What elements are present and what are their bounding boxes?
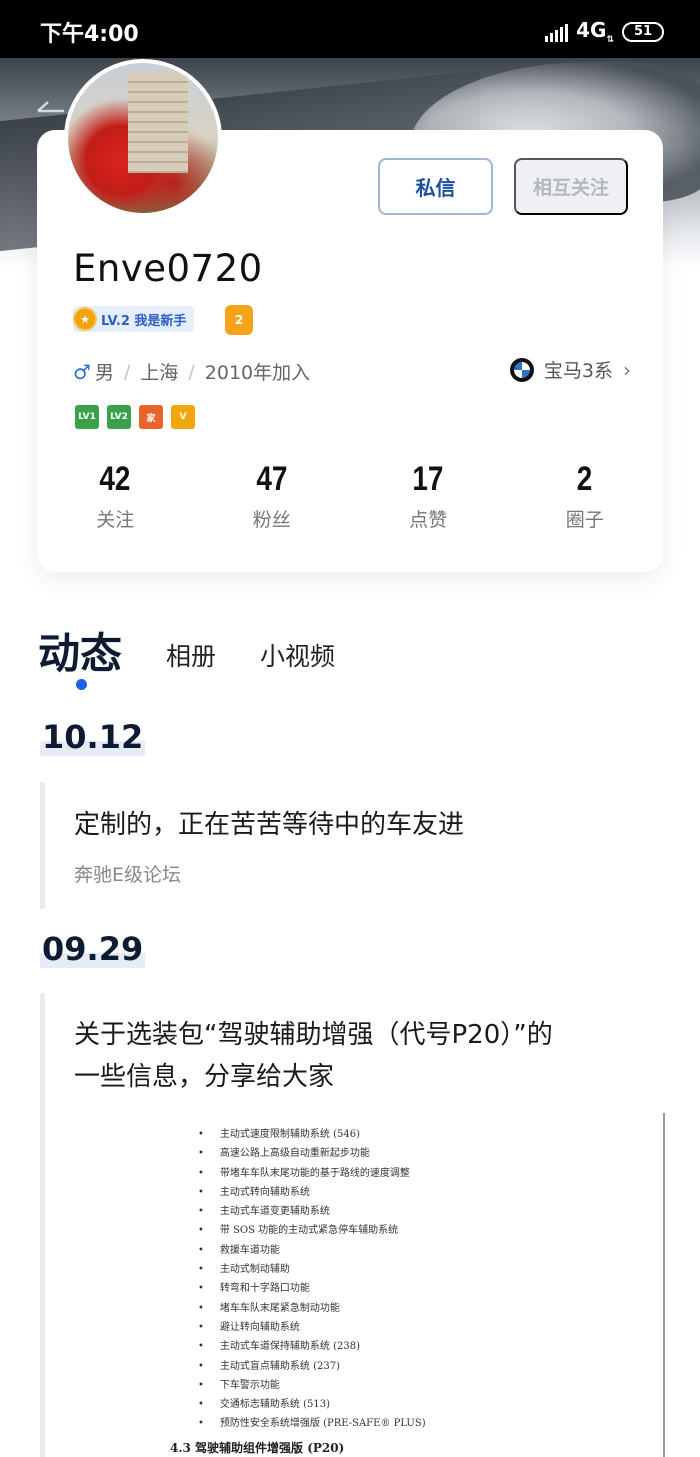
list-item: 主动式制动辅助	[198, 1260, 426, 1279]
car-owner-badge-icon[interactable]: 2	[225, 305, 253, 335]
car-model-text: 宝马3系	[543, 360, 613, 382]
list-item: 主动式车道保持辅助系统 (238)	[198, 1337, 426, 1356]
active-tab-indicator	[76, 679, 87, 690]
feed-date: 09.29	[40, 930, 146, 968]
battery-icon: 51	[622, 21, 664, 42]
tag-verified-icon[interactable]: V	[171, 405, 195, 429]
stat-circles[interactable]: 2 圈子	[507, 460, 664, 532]
stat-followers[interactable]: 47 粉丝	[194, 460, 351, 532]
list-item: 预防性安全系统增强版 (PRE-SAFE® PLUS)	[198, 1414, 426, 1433]
status-time: 下午4:00	[40, 22, 139, 47]
feed-date: 10.12	[40, 718, 146, 756]
content-tabs: 动态 相册 小视频	[38, 620, 335, 681]
tag-lv1-icon[interactable]: LV1	[75, 405, 99, 429]
list-item: 主动式转向辅助系统	[198, 1183, 426, 1202]
status-icons: 4G⇅ 51	[545, 18, 664, 45]
post-image[interactable]: 主动式速度限制辅助系统 (546) 高速公路上高级自动重新起步功能 带堵车车队末…	[170, 1113, 665, 1457]
list-item: 主动式盲点辅助系统 (237)	[198, 1357, 426, 1376]
tab-short-video[interactable]: 小视频	[260, 637, 335, 681]
post-divider	[40, 782, 45, 909]
tag-home-icon[interactable]: 家	[139, 405, 163, 429]
level-badge[interactable]: ★ LV.2 我是新手	[73, 306, 195, 332]
list-item: 救援车道功能	[198, 1241, 426, 1260]
post-divider	[40, 993, 45, 1457]
list-item: 带堵车车队末尾功能的基于路线的速度调整	[198, 1164, 426, 1183]
bmw-logo-icon	[509, 357, 534, 382]
tag-lv2-icon[interactable]: LV2	[107, 405, 131, 429]
signal-icon	[545, 22, 569, 42]
document-heading: 4.3 驾驶辅助组件增强版 (P20)	[170, 1441, 345, 1455]
tab-album[interactable]: 相册	[166, 637, 216, 681]
avatar[interactable]	[64, 59, 222, 217]
list-item: 交通标志辅助系统 (513)	[198, 1395, 426, 1414]
male-icon: ♂	[73, 359, 91, 384]
post-forum[interactable]: 奔驰E级论坛	[74, 860, 181, 887]
status-bar: 下午4:00 4G⇅ 51	[0, 0, 700, 58]
list-item: 带 SOS 功能的主动式紧急停车辅助系统	[198, 1221, 426, 1240]
list-item: 主动式车道变更辅助系统	[198, 1202, 426, 1221]
network-indicator: 4G⇅	[576, 18, 614, 45]
tab-dynamics[interactable]: 动态	[38, 620, 122, 681]
list-item: 避让转向辅助系统	[198, 1318, 426, 1337]
list-item: 堵车车队末尾紧急制动功能	[198, 1299, 426, 1318]
honor-tags: LV1 LV2 家 V	[75, 405, 195, 429]
username: Enve0720	[73, 247, 263, 290]
mutual-follow-button[interactable]: 相互关注	[514, 158, 628, 215]
medal-icon: ★	[73, 307, 97, 331]
document-list: 主动式速度限制辅助系统 (546) 高速公路上高级自动重新起步功能 带堵车车队末…	[198, 1125, 426, 1434]
message-button[interactable]: 私信	[378, 158, 493, 215]
car-model-link[interactable]: 宝马3系 ›	[509, 356, 631, 383]
city-text: 上海	[140, 362, 179, 384]
back-arrow-icon[interactable]	[34, 94, 68, 128]
post-title[interactable]: 关于选装包“驾驶辅助增强（代号P20）”的 一些信息，分享给大家	[74, 1014, 553, 1098]
chevron-right-icon: ›	[623, 357, 631, 382]
stat-likes[interactable]: 17 点赞	[350, 460, 507, 532]
profile-stats: 42 关注 47 粉丝 17 点赞 2 圈子	[37, 460, 663, 532]
list-item: 高速公路上高级自动重新起步功能	[198, 1144, 426, 1163]
joined-text: 2010年加入	[204, 362, 311, 384]
profile-info-row: ♂ 男 / 上海 / 2010年加入	[73, 359, 311, 385]
list-item: 主动式速度限制辅助系统 (546)	[198, 1125, 426, 1144]
list-item: 下车警示功能	[198, 1376, 426, 1395]
list-item: 转弯和十字路口功能	[198, 1279, 426, 1298]
stat-following[interactable]: 42 关注	[37, 460, 194, 532]
post-title[interactable]: 定制的，正在苦苦等待中的车友进	[74, 804, 464, 846]
gender-text: 男	[94, 362, 114, 384]
